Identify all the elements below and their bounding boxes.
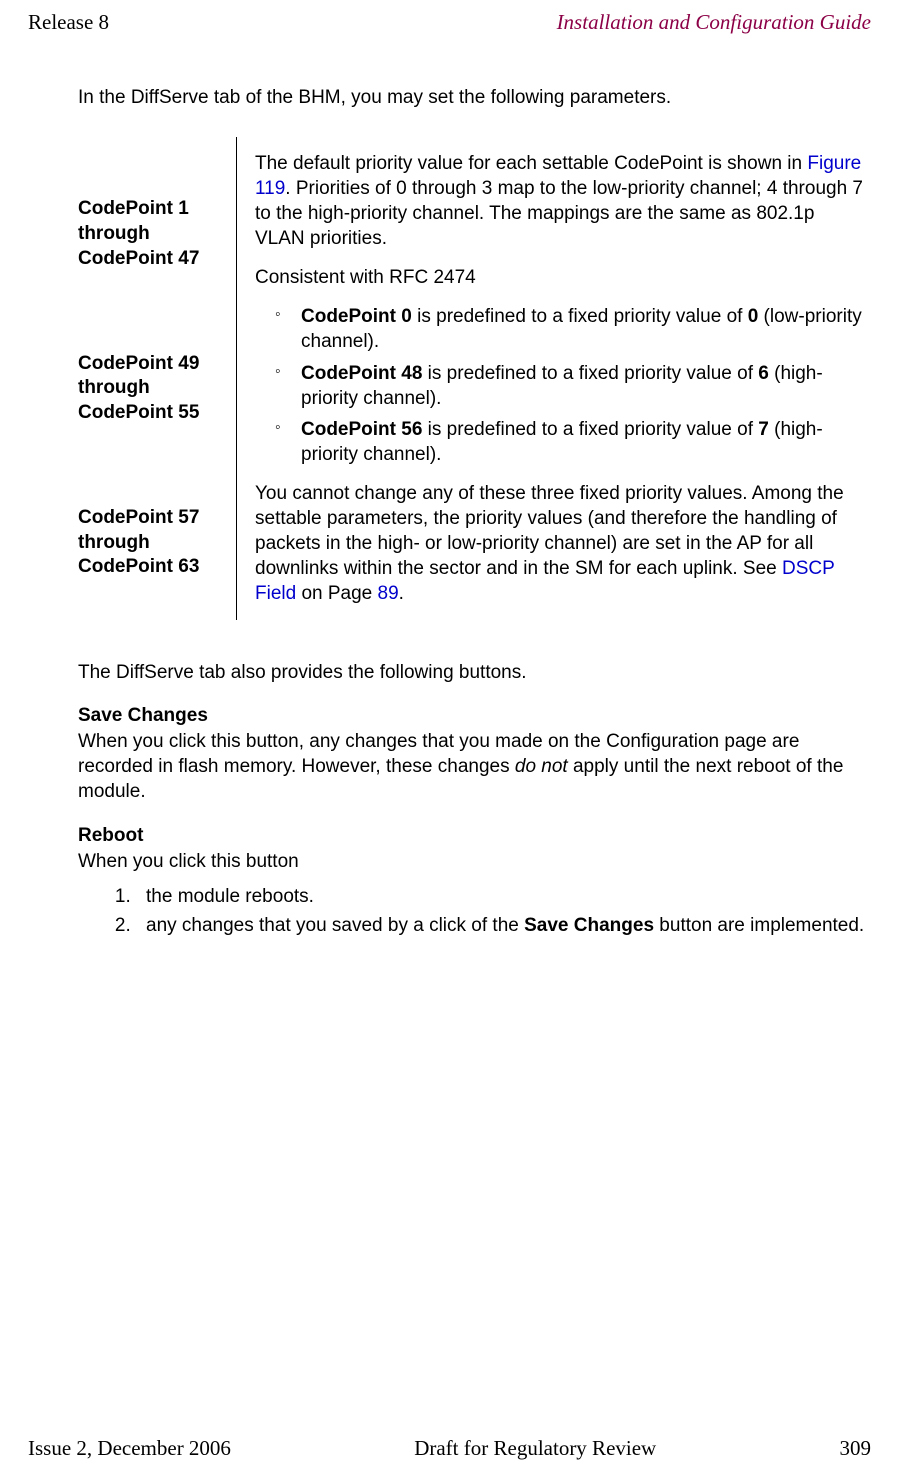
text: is predefined to a fixed priority value … [412,306,748,327]
label-text: CodePoint 1 [78,198,189,219]
reboot-desc: When you click this button [78,849,869,874]
strong-text: CodePoint 56 [301,419,422,440]
save-changes-heading: Save Changes [78,705,869,727]
intro-paragraph: In the DiffServe tab of the BHM, you may… [78,87,869,109]
page-number-link[interactable]: 89 [378,583,399,604]
strong-text: 0 [748,306,759,327]
desc-paragraph: Consistent with RFC 2474 [255,265,869,290]
reboot-steps: the module reboots. any changes that you… [78,884,869,938]
text: button are implemented. [654,915,864,936]
text: . Priorities of 0 through 3 map to the l… [255,178,863,249]
description-column: The default priority value for each sett… [237,137,869,620]
text: You cannot change any of these three fix… [255,483,844,579]
page-footer: Issue 2, December 2006 Draft for Regulat… [28,1436,871,1461]
label-codepoint-1-47: CodePoint 1 through CodePoint 47 [78,197,226,271]
text: . [399,583,404,604]
list-item: any changes that you saved by a click of… [136,913,869,938]
label-text: through [78,223,150,244]
label-text: CodePoint 55 [78,402,199,423]
strong-text: 7 [758,419,769,440]
save-changes-desc: When you click this button, any changes … [78,729,869,804]
list-item: CodePoint 48 is predefined to a fixed pr… [255,361,869,411]
buttons-intro: The DiffServe tab also provides the foll… [78,660,869,685]
text: is predefined to a fixed priority value … [422,419,758,440]
text: any changes that you saved by a click of… [146,915,524,936]
list-item: CodePoint 0 is predefined to a fixed pri… [255,304,869,354]
strong-text: CodePoint 48 [301,363,422,384]
label-text: CodePoint 57 [78,507,199,528]
strong-text: CodePoint 0 [301,306,412,327]
page-content: In the DiffServe tab of the BHM, you may… [78,68,869,942]
page-header: Release 8 Installation and Configuration… [28,10,871,35]
label-text: CodePoint 47 [78,248,199,269]
footer-right: 309 [839,1436,871,1461]
label-codepoint-49-55: CodePoint 49 through CodePoint 55 [78,352,226,426]
list-item: CodePoint 56 is predefined to a fixed pr… [255,417,869,467]
parameter-table: CodePoint 1 through CodePoint 47 CodePoi… [78,137,869,620]
list-item: the module reboots. [136,884,869,909]
label-text: CodePoint 49 [78,353,199,374]
text: on Page [296,583,377,604]
desc-paragraph: The default priority value for each sett… [255,151,869,251]
strong-text: 6 [758,363,769,384]
label-text: through [78,377,150,398]
text: The default priority value for each sett… [255,153,807,174]
label-text: through [78,532,150,553]
header-left: Release 8 [28,10,109,35]
label-text: CodePoint 63 [78,556,199,577]
text: is predefined to a fixed priority value … [422,363,758,384]
label-column: CodePoint 1 through CodePoint 47 CodePoi… [78,137,237,620]
label-codepoint-57-63: CodePoint 57 through CodePoint 63 [78,506,226,580]
strong-text: Save Changes [524,915,654,936]
codepoint-bullet-list: CodePoint 0 is predefined to a fixed pri… [255,304,869,466]
header-right: Installation and Configuration Guide [557,10,871,35]
footer-center: Draft for Regulatory Review [414,1436,656,1461]
reboot-heading: Reboot [78,825,869,847]
emphasis: do not [515,756,568,777]
desc-paragraph: You cannot change any of these three fix… [255,481,869,606]
footer-left: Issue 2, December 2006 [28,1436,231,1461]
